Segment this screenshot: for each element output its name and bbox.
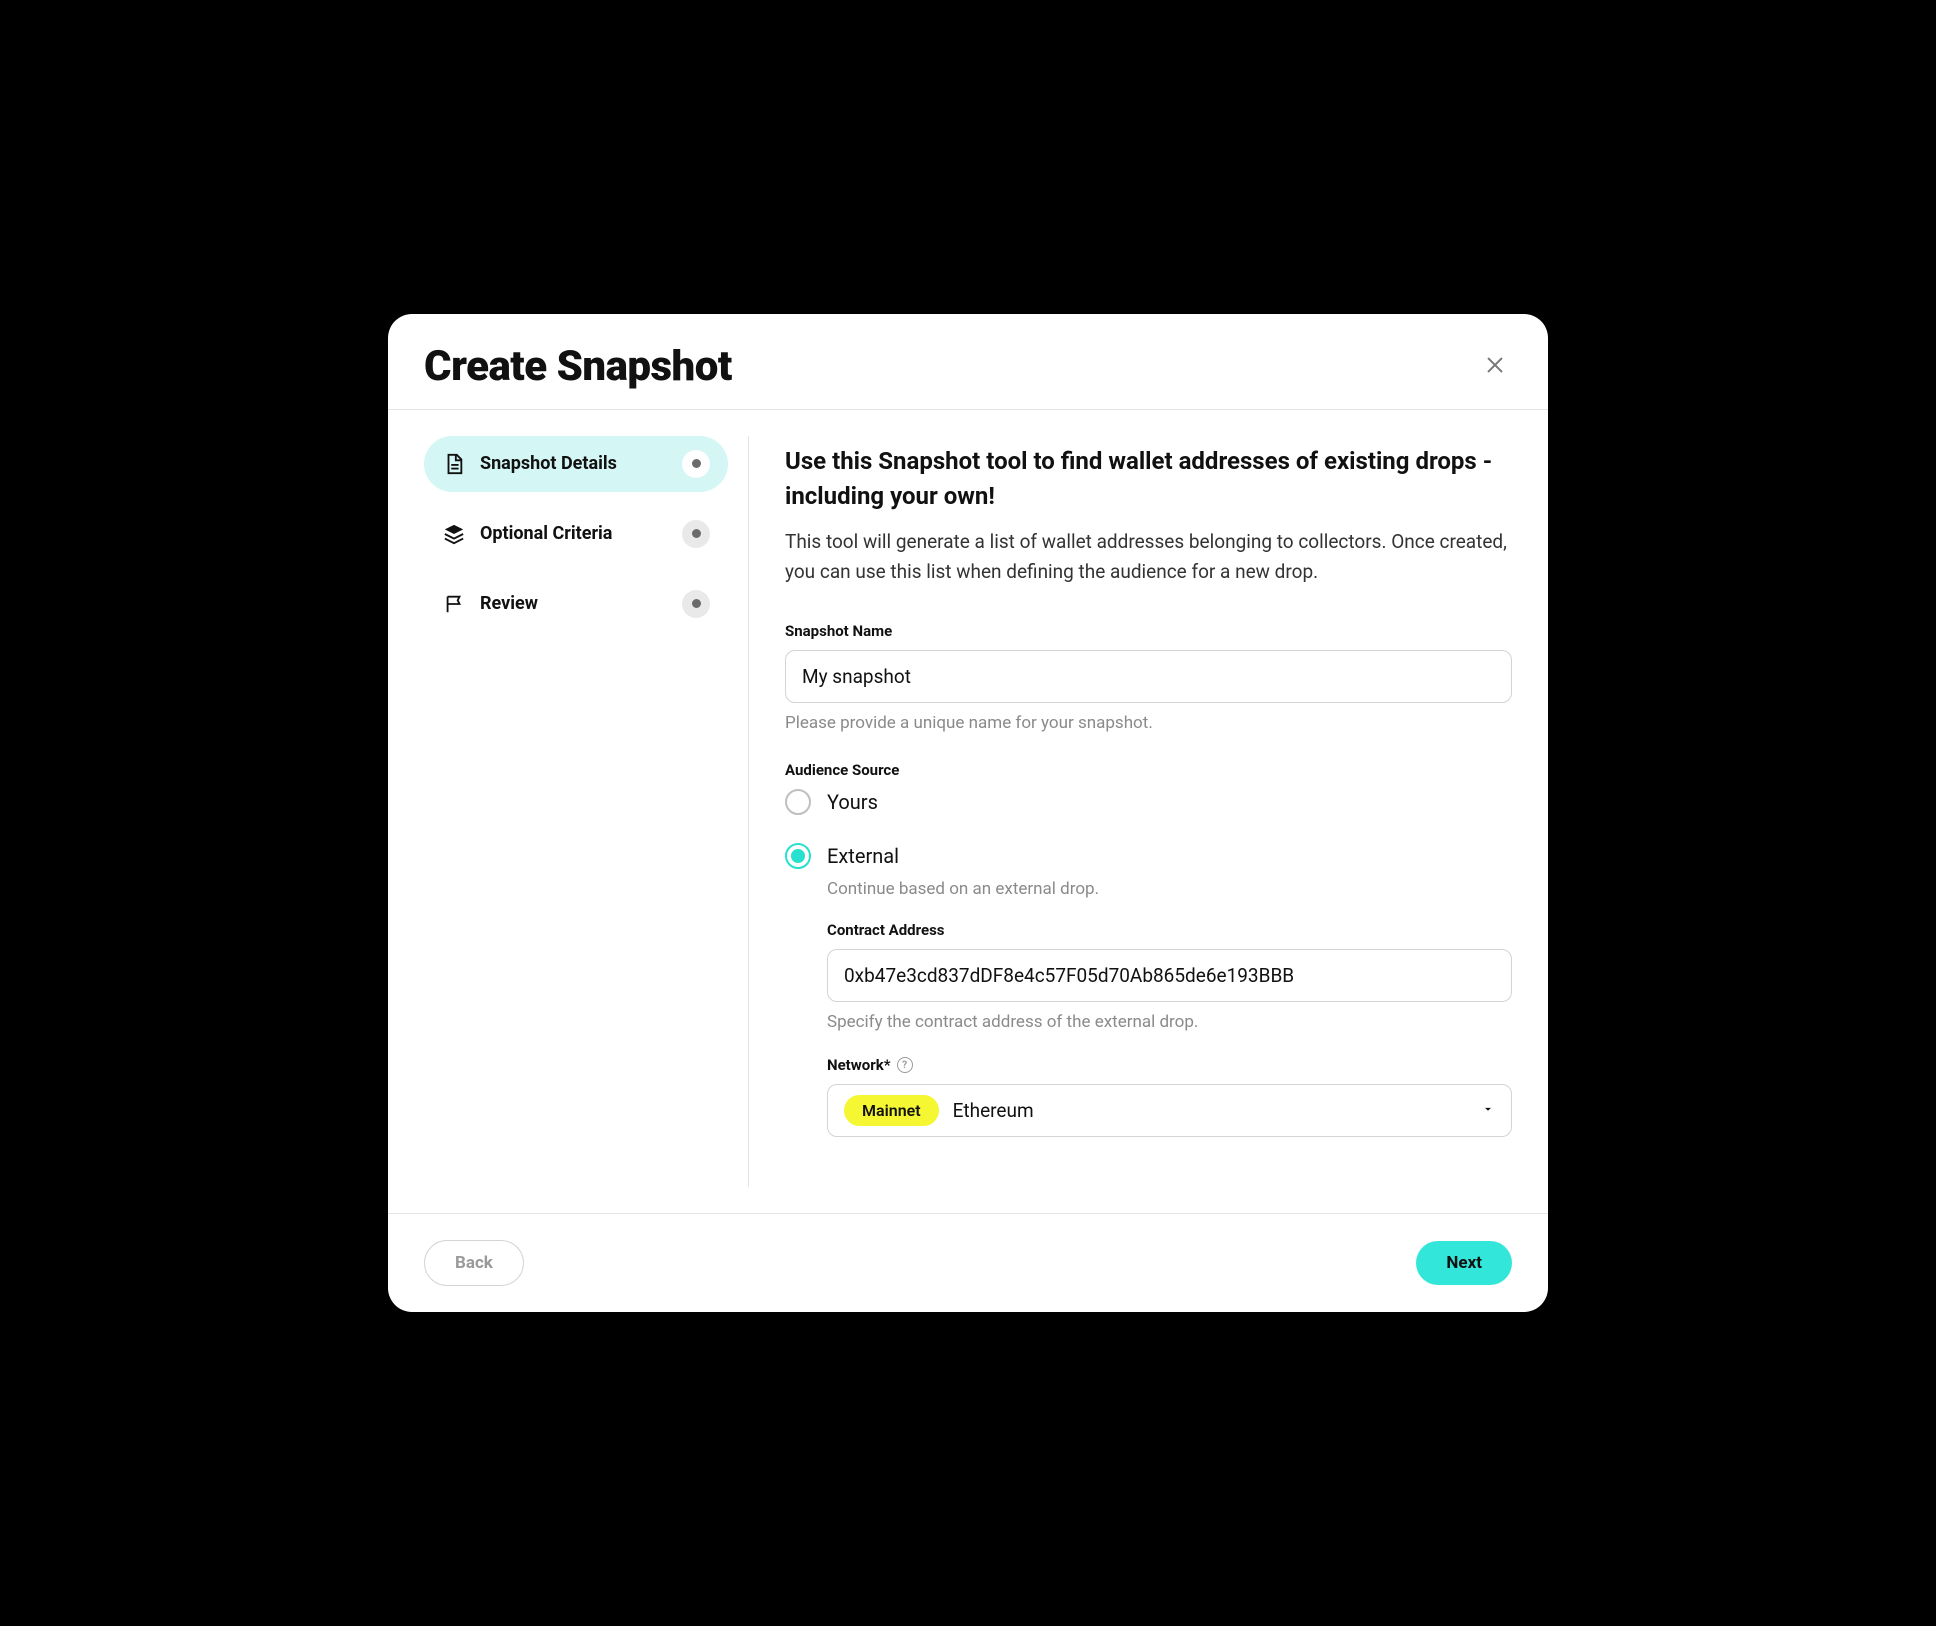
radio-option-external: External Continue based on an external d…	[785, 843, 1512, 1161]
close-button[interactable]	[1478, 348, 1512, 385]
step-sidebar: Snapshot Details Optional Criteria Revie…	[388, 410, 748, 1213]
layers-icon	[442, 522, 466, 546]
intro-description: This tool will generate a list of wallet…	[785, 527, 1512, 586]
help-text: Specify the contract address of the exte…	[827, 1012, 1512, 1032]
network-value: Ethereum	[953, 1099, 1467, 1122]
network-field: Network* ? Mainnet Ethereum	[827, 1056, 1512, 1137]
radio-external[interactable]: External	[785, 843, 1512, 869]
radio-label: External	[827, 844, 899, 868]
radio-option-yours: Yours	[785, 789, 1512, 815]
radio-circle-icon	[785, 843, 811, 869]
help-text: Please provide a unique name for your sn…	[785, 713, 1512, 733]
step-label: Review	[480, 593, 668, 614]
snapshot-name-field: Snapshot Name Please provide a unique na…	[785, 622, 1512, 733]
step-label: Optional Criteria	[480, 523, 668, 544]
modal-header: Create Snapshot	[388, 314, 1548, 410]
help-text: Continue based on an external drop.	[827, 879, 1512, 899]
intro-heading: Use this Snapshot tool to find wallet ad…	[785, 444, 1512, 514]
network-badge: Mainnet	[844, 1095, 939, 1126]
step-status-dot	[682, 520, 710, 548]
network-select[interactable]: Mainnet Ethereum	[827, 1084, 1512, 1137]
radio-label: Yours	[827, 790, 878, 814]
field-label: Network* ?	[827, 1056, 1512, 1074]
back-button[interactable]: Back	[424, 1240, 524, 1286]
field-label: Contract Address	[827, 921, 1512, 939]
step-review[interactable]: Review	[424, 576, 728, 632]
form-content: Use this Snapshot tool to find wallet ad…	[749, 410, 1548, 1213]
step-snapshot-details[interactable]: Snapshot Details	[424, 436, 728, 492]
step-status-dot	[682, 590, 710, 618]
audience-source-field: Audience Source Yours External	[785, 761, 1512, 1161]
radio-yours[interactable]: Yours	[785, 789, 1512, 815]
page-title: Create Snapshot	[424, 342, 732, 391]
radio-circle-icon	[785, 789, 811, 815]
modal-body: Snapshot Details Optional Criteria Revie…	[388, 410, 1548, 1213]
contract-address-field: Contract Address Specify the contract ad…	[827, 921, 1512, 1032]
step-label: Snapshot Details	[480, 453, 668, 474]
audience-radio-group: Yours External Continue based on an exte…	[785, 789, 1512, 1161]
flag-icon	[442, 592, 466, 616]
chevron-down-icon	[1481, 1101, 1495, 1120]
step-status-dot	[682, 450, 710, 478]
document-icon	[442, 452, 466, 476]
contract-address-input[interactable]	[827, 949, 1512, 1002]
step-optional-criteria[interactable]: Optional Criteria	[424, 506, 728, 562]
field-label: Snapshot Name	[785, 622, 1512, 640]
field-label: Audience Source	[785, 761, 1512, 779]
close-icon	[1484, 364, 1506, 379]
next-button[interactable]: Next	[1416, 1241, 1512, 1285]
external-subform: Continue based on an external drop. Cont…	[785, 879, 1512, 1161]
network-label-text: Network*	[827, 1056, 891, 1074]
modal-footer: Back Next	[388, 1213, 1548, 1312]
snapshot-name-input[interactable]	[785, 650, 1512, 703]
help-icon[interactable]: ?	[897, 1057, 913, 1073]
create-snapshot-modal: Create Snapshot Snapshot Details Optiona…	[388, 314, 1548, 1312]
